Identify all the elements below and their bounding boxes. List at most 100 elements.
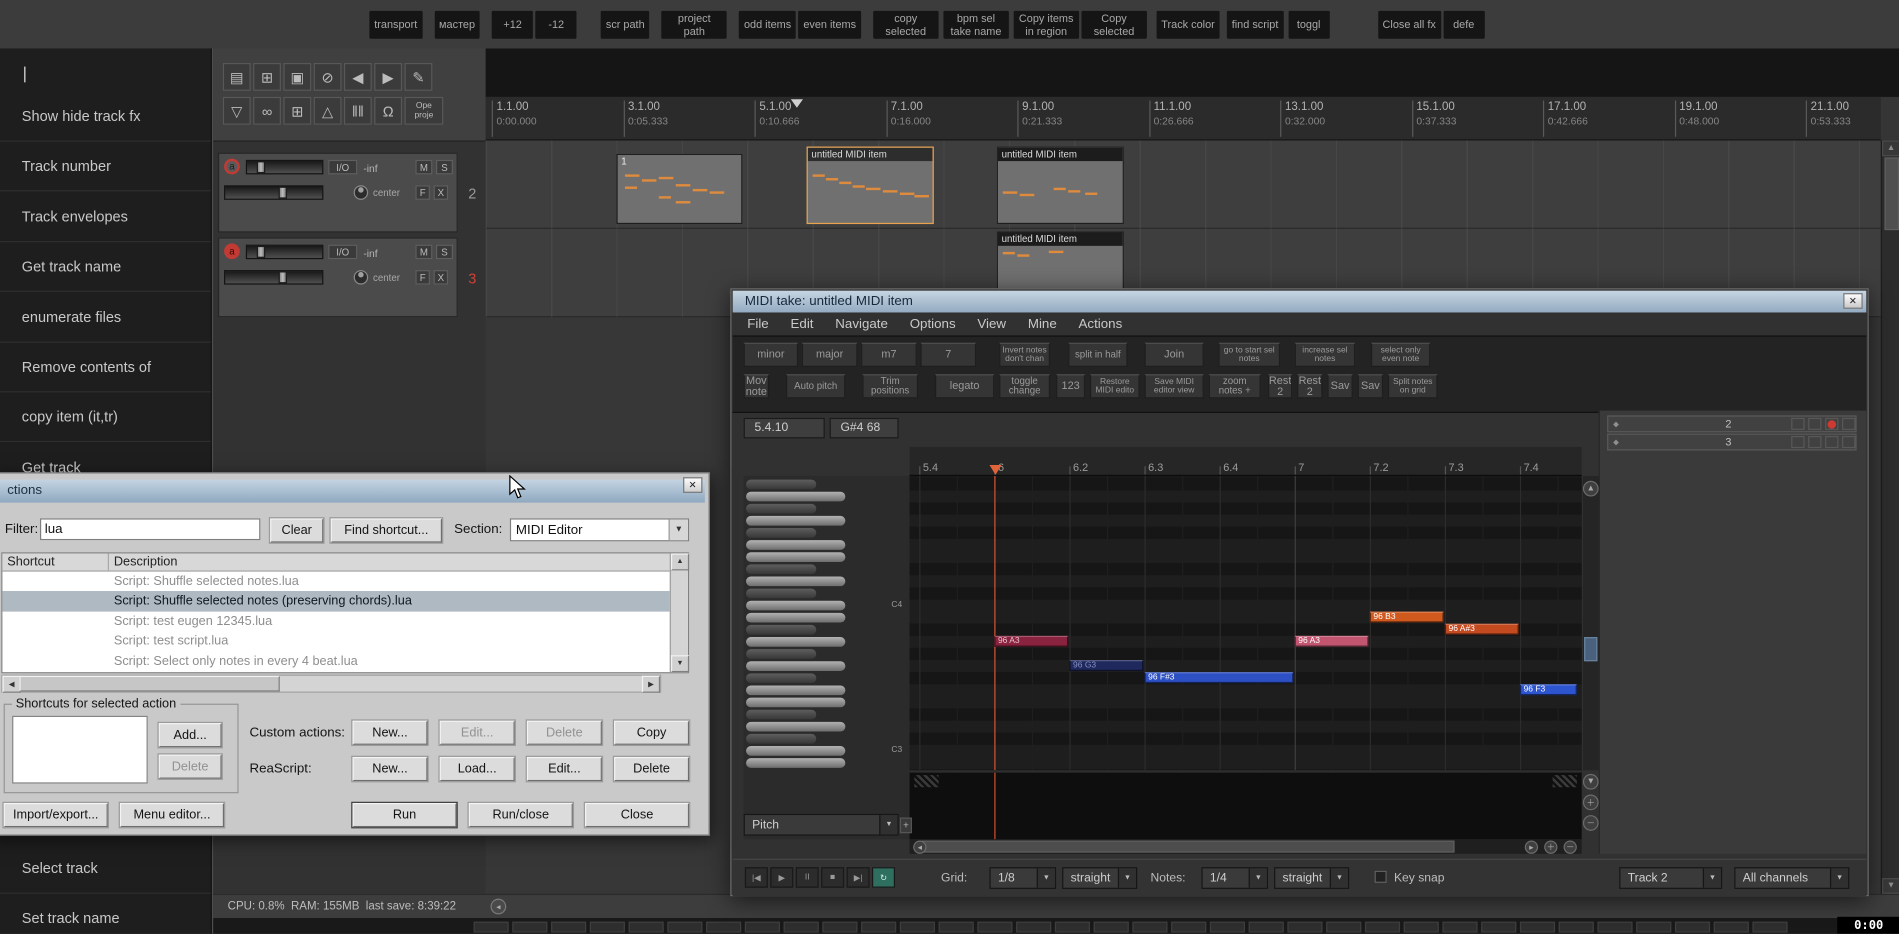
piano-key[interactable] [746,697,846,708]
pencil-icon[interactable]: ✎ [404,62,433,91]
solo-button[interactable]: S [435,244,453,260]
piano-keys[interactable]: C4 C3 [743,475,910,771]
column-description[interactable]: Description [109,553,182,570]
scroll-down-button[interactable]: ▼ [670,655,690,673]
midi-toolbar-button[interactable]: minor [743,342,799,367]
pan-fader[interactable] [224,185,324,200]
partial-button[interactable] [1597,921,1633,933]
zoom-out-button[interactable]: － [1563,840,1577,854]
io-button[interactable]: I/O [328,159,358,175]
partial-button[interactable] [1442,921,1478,933]
midi-toolbar-button[interactable]: 7 [920,342,977,367]
action-row[interactable]: Script: test eugen 12345.lua [2,611,669,631]
custom-new-button[interactable]: New... [351,719,429,747]
action-row[interactable]: Script: Shuffle selected notes (preservi… [2,591,670,612]
grid-division-select[interactable]: 1/8 ▼ [989,867,1057,889]
scroll-right-button[interactable]: ▶ [641,675,661,693]
midi-toolbar-button[interactable]: Auto pitch [786,374,846,399]
menu-options[interactable]: Options [899,314,967,336]
action-row[interactable]: Script: Shuffle selected notes.lua [2,572,669,592]
record-arm-button[interactable]: a [224,158,240,175]
partial-button[interactable] [1752,921,1788,933]
piano-key[interactable] [746,685,846,696]
grid-type-select[interactable]: straight ▼ [1062,867,1138,889]
new-project-icon[interactable]: ⊞ [253,62,281,91]
stop-button[interactable]: ■ [821,867,845,888]
toolbar-button[interactable]: bpm sel take name [943,10,1009,39]
partial-button[interactable] [1674,921,1711,933]
track-cell[interactable] [1842,435,1856,449]
menu-editor-button[interactable]: Menu editor... [118,801,226,829]
partial-button[interactable] [899,921,935,933]
io-button[interactable]: I/O [328,244,358,260]
partial-button[interactable] [1054,921,1090,933]
piano-key[interactable] [746,576,846,587]
midi-toolbar-button[interactable]: m7 [861,342,917,367]
midi-editor-titlebar[interactable]: MIDI take: untitled MIDI item [732,290,1867,313]
zoom-in-button[interactable]: ＋ [1544,840,1558,854]
fx-bypass-button[interactable]: X [433,185,449,200]
mute-button[interactable]: M [415,244,433,260]
shortcut-listbox[interactable] [12,715,148,784]
action-list-item[interactable]: Track envelopes [0,192,211,242]
piano-roll-scrollbar[interactable] [1582,475,1599,771]
piano-roll-grid[interactable]: 96 A3 96 G3 96 F#3 96 A3 96 B3 96 A#3 96 F3 [909,475,1582,771]
scroll-up-button[interactable]: ▲ [670,553,690,571]
toolbar-button[interactable]: -12 [535,10,577,39]
partial-button[interactable] [706,921,742,933]
add-cc-lane-button[interactable]: + [899,817,912,834]
actions-titlebar[interactable]: ctions [0,479,705,503]
track-cell[interactable] [1842,417,1856,430]
toolbar-button[interactable]: toggl [1288,10,1330,39]
piano-key[interactable] [746,758,846,768]
pan-fader[interactable] [224,270,324,285]
action-list-item[interactable]: Show hide track fx [0,92,211,142]
scrollbar-thumb[interactable] [1584,637,1598,662]
custom-edit-button[interactable]: Edit... [438,719,516,747]
toolbar-button[interactable]: defe [1443,10,1485,39]
piano-key[interactable] [746,637,846,647]
piano-key[interactable] [746,649,817,659]
partial-button[interactable] [1287,921,1323,933]
partial-button[interactable] [1326,921,1362,933]
repeat-button[interactable]: ↻ [871,867,896,888]
toolbar-button[interactable]: Track color [1156,10,1220,39]
midi-toolbar-button[interactable]: Trim positions [862,374,919,399]
partial-button[interactable] [822,921,858,933]
grid-icon[interactable]: ⊞ [283,96,312,125]
import-export-button[interactable]: Import/export... [2,801,109,829]
partial-button[interactable] [512,921,548,933]
notes-type-select[interactable]: straight ▼ [1274,867,1350,889]
toolbar-button[interactable]: Close all fx [1377,10,1441,39]
scroll-up-button[interactable]: ▲ [1882,140,1899,157]
partial-button[interactable] [1093,921,1129,933]
piano-key[interactable] [746,479,817,490]
partial-button[interactable] [1636,921,1672,933]
toolbar-button[interactable]: scr path [601,10,650,39]
filter-input[interactable] [39,518,261,541]
zoom-out-vertical-button[interactable]: － [1582,815,1599,831]
midi-toolbar-button[interactable]: split in half [1068,342,1128,367]
fader-handle[interactable] [256,161,266,174]
fader-handle[interactable] [256,245,266,258]
section-select[interactable]: MIDI Editor ▼ [509,518,690,542]
piano-key[interactable] [746,552,846,562]
track-cell[interactable] [1791,417,1805,430]
media-item[interactable]: 1 [616,153,743,225]
partial-button[interactable] [861,921,897,933]
toolbar-button[interactable]: project path [661,10,728,39]
docker-track-row[interactable]: ◆ 2 [1607,415,1857,433]
piano-key[interactable] [746,564,817,575]
midi-toolbar-button[interactable]: go to start sel notes [1218,342,1281,367]
piano-key[interactable] [746,661,846,671]
custom-delete-button[interactable]: Delete [525,719,604,747]
partial-button[interactable] [1209,921,1246,933]
magnet-icon[interactable]: Ω [374,96,403,125]
midi-timeline[interactable]: 5.4 6 6.2 6.3 6.4 7 7.2 7.3 7.4 [909,446,1582,476]
reascript-edit-button[interactable]: Edit... [525,755,604,783]
pan-knob[interactable] [353,185,369,200]
piano-key[interactable] [746,624,817,635]
paperclip-icon[interactable]: ⊘ [313,62,342,91]
action-list-item[interactable]: Set track name [0,894,211,934]
notes-division-select[interactable]: 1/4 ▼ [1201,867,1269,889]
